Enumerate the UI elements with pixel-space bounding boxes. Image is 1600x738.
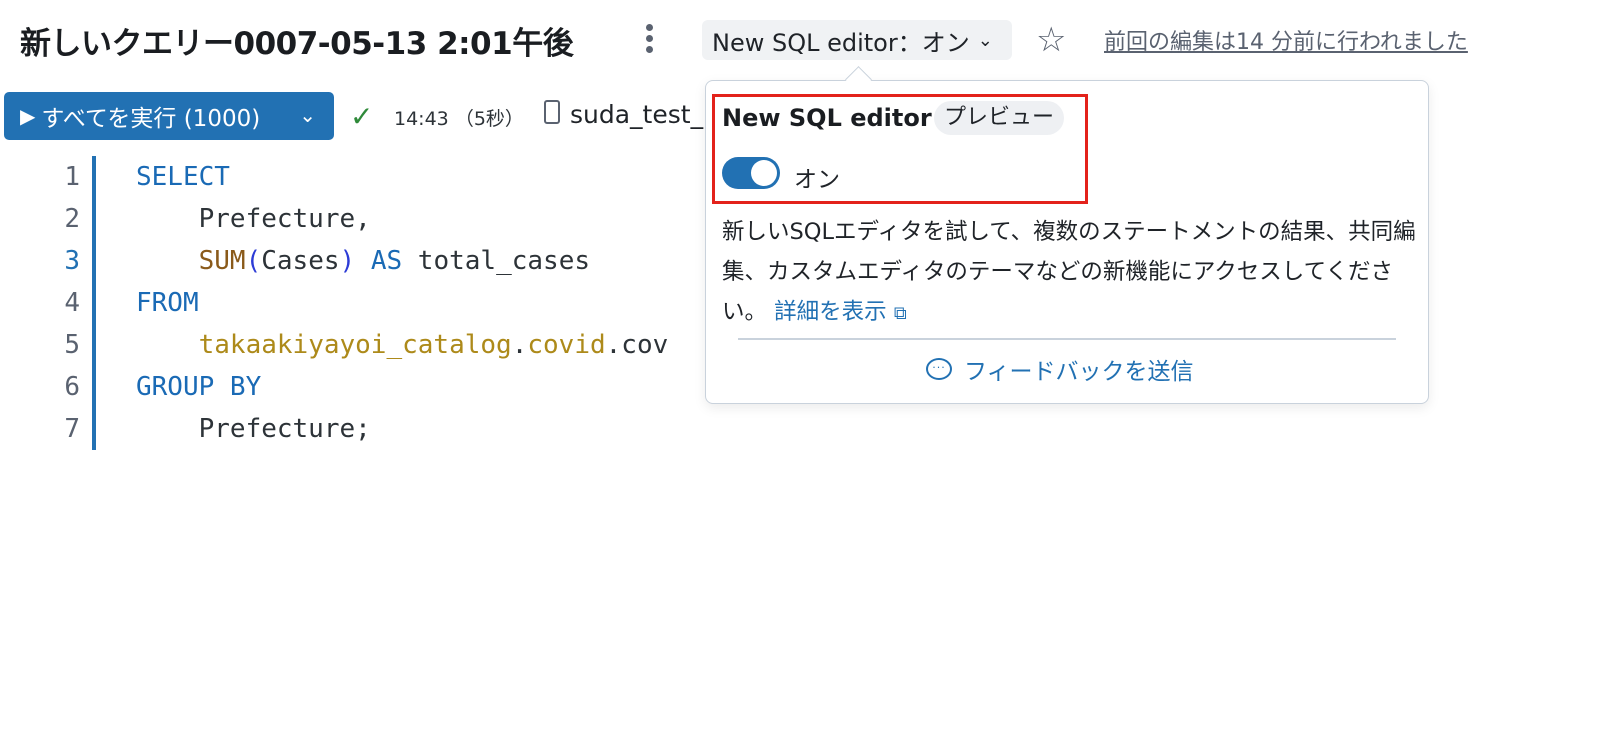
code-editor[interactable]: 1 SELECT 2 Prefecture, 3 SUM(Cases) AS to…	[0, 156, 700, 450]
code-line: 6 GROUP BY	[64, 372, 262, 402]
editor-toggle-switch[interactable]	[722, 157, 780, 189]
divider	[738, 338, 1396, 340]
popover-description: 新しいSQLエディタを試して、複数のステートメントの結果、共同編集、カスタムエデ…	[722, 212, 1422, 334]
run-all-label: すべてを実行 (1000)	[41, 106, 261, 132]
run-all-button[interactable]: ▶ すべてを実行 (1000) ⌄	[4, 92, 334, 140]
code-line: 1 SELECT	[64, 162, 230, 192]
code-line: 5 takaakiyayoi_catalog.covid.cov	[64, 330, 669, 360]
switch-label: オン	[794, 167, 840, 193]
database-icon	[544, 100, 560, 124]
code-line: 3 SUM(Cases) AS total_cases	[64, 246, 590, 276]
send-feedback-button[interactable]: ··· フィードバックを送信	[926, 352, 1194, 386]
code-line: 2 Prefecture,	[64, 204, 371, 234]
play-icon: ▶	[20, 104, 36, 128]
editor-toggle-dropdown[interactable]: New SQL editor：オン ⌄	[702, 20, 1012, 60]
details-link[interactable]: 詳細を表示 ⧉	[774, 299, 907, 325]
page-title[interactable]: 新しいクエリー0007-05-13 2:01午後	[20, 18, 574, 63]
run-timing: 14:43 （5秒）	[394, 108, 524, 130]
external-link-icon: ⧉	[893, 303, 907, 324]
check-icon: ✓	[350, 100, 374, 133]
last-edit-link[interactable]: 前回の編集は14 分前に行われました	[1104, 24, 1468, 56]
kebab-menu-icon[interactable]	[646, 24, 654, 58]
code-line: 7 Prefecture;	[64, 414, 371, 444]
star-icon[interactable]: ☆	[1036, 20, 1066, 60]
code-line: 4 FROM	[64, 288, 199, 318]
popover-title: New SQL editor	[722, 104, 932, 132]
feedback-icon: ···	[926, 358, 952, 380]
chevron-down-icon: ⌄	[977, 29, 993, 51]
switch-knob	[751, 160, 777, 186]
feedback-label: フィードバックを送信	[964, 359, 1194, 385]
chevron-down-icon[interactable]: ⌄	[299, 103, 316, 127]
database-selector[interactable]: suda_test_	[570, 100, 703, 129]
editor-toggle-label: New SQL editor：オン	[712, 28, 970, 57]
preview-badge: プレビュー	[934, 101, 1065, 135]
